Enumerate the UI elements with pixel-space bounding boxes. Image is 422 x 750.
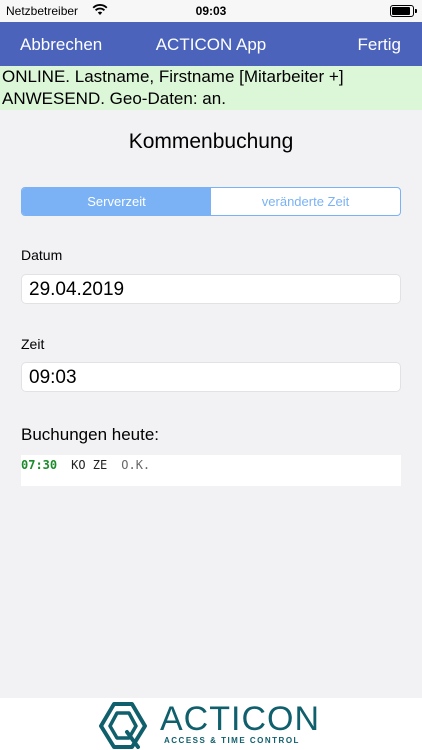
screen-title: Kommenbuchung [128, 130, 294, 153]
acticon-logo-icon [99, 702, 147, 749]
status-banner: ONLINE. Lastname, Firstname [Mitarbeiter… [0, 66, 422, 110]
status-bar: Netzbetreiber 09:03 [0, 0, 422, 22]
segment-changed-time[interactable]: veränderte Zeit [211, 188, 400, 215]
date-field[interactable]: 29.04.2019 [21, 274, 401, 304]
done-button[interactable]: Fertig [358, 35, 401, 55]
clock: 09:03 [195, 4, 227, 18]
status-line-1: ONLINE. Lastname, Firstname [Mitarbeiter… [2, 67, 344, 86]
booking-code: KO ZE [71, 458, 108, 472]
battery-icon [390, 5, 417, 17]
bookings-list: 07:30 KO ZE O.K. [21, 455, 401, 486]
time-label: Zeit [21, 336, 45, 352]
booking-time: 07:30 [21, 458, 58, 472]
navigation-bar: Abbrechen ACTICON App Fertig [0, 22, 422, 66]
list-item: 07:30 KO ZE O.K. [21, 458, 150, 472]
date-label: Datum [21, 247, 63, 263]
logo-subtitle: ACCESS & TIME CONTROL [164, 736, 300, 745]
time-field[interactable]: 09:03 [21, 362, 401, 392]
cancel-button[interactable]: Abbrechen [20, 35, 102, 55]
logo-wordmark: ACTICON [160, 700, 320, 738]
booking-state: O.K. [121, 458, 151, 472]
segment-server-time[interactable]: Serverzeit [22, 188, 211, 215]
status-line-2: ANWESEND. Geo-Daten: an. [2, 89, 226, 108]
time-source-segmented-control: Serverzeit veränderte Zeit [21, 187, 401, 216]
bookings-today-header: Buchungen heute: [21, 425, 160, 444]
